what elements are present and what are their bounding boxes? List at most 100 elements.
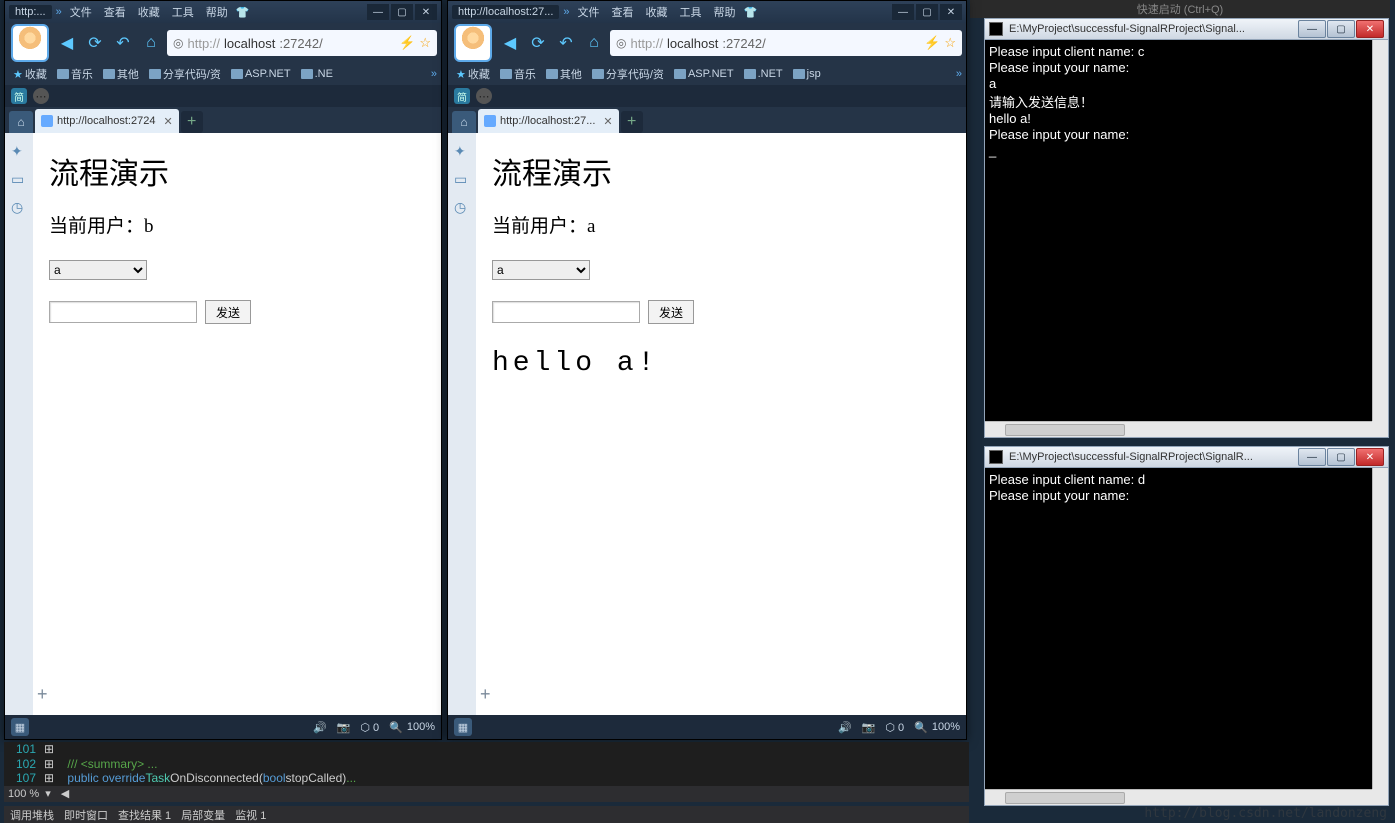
scrollbar-horizontal[interactable] [985,421,1372,437]
bookmark-jsp[interactable]: jsp [789,67,825,81]
home-button[interactable]: ⌂ [582,31,606,55]
chevron-icon[interactable]: » [563,6,569,18]
sidebar-phone-icon[interactable]: ▭ [454,171,470,187]
chevron-icon[interactable]: » [431,68,437,80]
home-button[interactable]: ⌂ [139,31,163,55]
ext-icon[interactable]: 简 [11,88,27,104]
ext-icon[interactable]: 简 [454,88,470,104]
zoom-control[interactable]: 🔍100% [914,721,960,734]
min-button[interactable]: — [1298,448,1326,466]
shield-icon[interactable]: ⬡ 0 [885,721,904,734]
user-select[interactable]: a [492,260,590,280]
menu-tools[interactable]: 工具 [676,4,706,20]
add-panel-icon[interactable]: + [480,684,491,705]
titlebar[interactable]: http:... » 文件 查看 收藏 工具 帮助 👕 — ▢ ✕ [5,1,441,23]
close-tab-icon[interactable]: ✕ [163,115,172,128]
code-row[interactable]: 102⊞ /// <summary> ... [4,757,969,772]
bolt-icon[interactable]: ⚡ [924,35,940,51]
close-button[interactable]: ✕ [415,4,437,20]
avatar[interactable] [11,24,49,62]
bookmark-net[interactable]: .NET [740,67,787,81]
min-button[interactable]: — [367,4,389,20]
refresh-button[interactable]: ⟳ [83,31,107,55]
close-button[interactable]: ✕ [940,4,962,20]
console-titlebar[interactable]: E:\MyProject\successful-SignalRProject\S… [984,446,1389,468]
menu-tools[interactable]: 工具 [168,4,198,20]
scrollbar-vertical[interactable] [1372,468,1388,789]
speaker-icon[interactable]: 🔊 [838,721,852,734]
more-icon[interactable]: ⋯ [33,88,49,104]
tab-findresults[interactable]: 查找结果 1 [118,807,171,823]
bookmark-music[interactable]: 音乐 [496,65,540,83]
tab-watch[interactable]: 监视 1 [235,807,266,823]
console-titlebar[interactable]: E:\MyProject\successful-SignalRProject\S… [984,18,1389,40]
more-icon[interactable]: ⋯ [476,88,492,104]
refresh-button[interactable]: ⟳ [526,31,550,55]
sidebar-clock-icon[interactable]: ◷ [11,199,27,215]
tab-locals[interactable]: 局部变量 [181,807,225,823]
message-input[interactable] [49,301,197,323]
sidebar-star-icon[interactable]: ✦ [11,143,27,159]
user-select[interactable]: a [49,260,147,280]
close-tab-icon[interactable]: ✕ [603,115,612,128]
camera-icon[interactable]: 📷 [862,721,876,734]
bookmark-other[interactable]: 其他 [542,65,586,83]
camera-icon[interactable]: 📷 [337,721,351,734]
scrollbar-vertical[interactable] [1372,40,1388,421]
new-tab-button[interactable]: + [621,111,643,133]
avatar[interactable] [454,24,492,62]
send-button[interactable]: 发送 [205,300,251,324]
title-tab-preview[interactable]: http:... [9,5,52,19]
skin-icon[interactable]: 👕 [744,6,758,19]
menu-view[interactable]: 查看 [100,4,130,20]
home-tab[interactable]: ⌂ [9,111,33,133]
menu-file[interactable]: 文件 [574,4,604,20]
address-bar[interactable]: ◎ http://localhost:27242/ ⚡ ☆ [610,30,962,56]
bookmark-share[interactable]: 分享代码/资 [588,65,668,83]
min-button[interactable]: — [892,4,914,20]
titlebar[interactable]: http://localhost:27... » 文件 查看 收藏 工具 帮助 … [448,1,966,23]
menu-view[interactable]: 查看 [608,4,638,20]
ide-zoom[interactable]: 100 %▾◀ [4,786,969,802]
menu-help[interactable]: 帮助 [202,4,232,20]
undo-button[interactable]: ↶ [111,31,135,55]
star-icon[interactable]: ☆ [419,35,431,51]
zoom-control[interactable]: 🔍100% [389,721,435,734]
status-icon[interactable]: ▦ [454,718,472,736]
sidebar-clock-icon[interactable]: ◷ [454,199,470,215]
close-button[interactable]: ✕ [1356,448,1384,466]
sidebar-phone-icon[interactable]: ▭ [11,171,27,187]
chevron-icon[interactable]: » [56,6,62,18]
code-row[interactable]: 101⊞ [4,742,969,757]
status-icon[interactable]: ▦ [11,718,29,736]
page-tab[interactable]: http://localhost:27... ✕ [478,109,619,133]
bookmark-share[interactable]: 分享代码/资 [145,65,225,83]
bookmark-aspnet[interactable]: ASP.NET [227,67,295,81]
bookmark-music[interactable]: 音乐 [53,65,97,83]
console-output[interactable]: Please input client name: d Please input… [984,468,1389,806]
skin-icon[interactable]: 👕 [236,6,250,19]
max-button[interactable]: ▢ [1327,20,1355,38]
close-button[interactable]: ✕ [1356,20,1384,38]
bookmark-fav[interactable]: ★收藏 [452,65,494,83]
home-tab[interactable]: ⌂ [452,111,476,133]
bookmark-other[interactable]: 其他 [99,65,143,83]
chevron-icon[interactable]: » [956,68,962,80]
menu-file[interactable]: 文件 [66,4,96,20]
scrollbar-horizontal[interactable] [985,789,1372,805]
code-row[interactable]: 107⊞ public override Task OnDisconnected… [4,771,969,786]
back-button[interactable]: ◀ [55,31,79,55]
shield-icon[interactable]: ⬡ 0 [360,721,379,734]
bolt-icon[interactable]: ⚡ [399,35,415,51]
page-tab[interactable]: http://localhost:2724 ✕ [35,109,179,133]
tab-callstack[interactable]: 调用堆栈 [10,807,54,823]
address-bar[interactable]: ◎ http://localhost:27242/ ⚡ ☆ [167,30,437,56]
menu-help[interactable]: 帮助 [710,4,740,20]
max-button[interactable]: ▢ [916,4,938,20]
undo-button[interactable]: ↶ [554,31,578,55]
bookmark-fav[interactable]: ★收藏 [9,65,51,83]
sidebar-star-icon[interactable]: ✦ [454,143,470,159]
menu-fav[interactable]: 收藏 [642,4,672,20]
bookmark-net[interactable]: .NE [297,67,337,81]
menu-fav[interactable]: 收藏 [134,4,164,20]
